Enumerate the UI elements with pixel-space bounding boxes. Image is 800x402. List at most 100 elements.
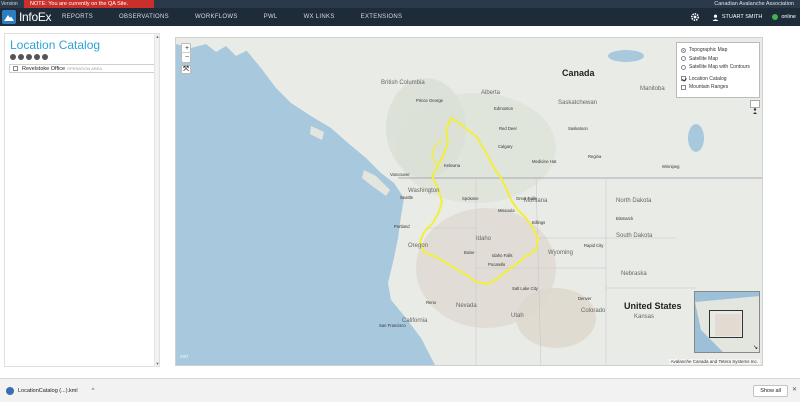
map-label-nebraska: Nebraska: [621, 271, 647, 277]
scroll-up-arrow-icon[interactable]: ▲: [155, 34, 160, 39]
map-label-washington: Washington: [408, 188, 440, 194]
basemap-satellite-label: Satellite Map: [689, 55, 718, 62]
nav-extensions[interactable]: EXTENSIONS: [361, 8, 403, 26]
checkbox-location-catalog[interactable]: [681, 76, 686, 82]
map-label-manitoba: Manitoba: [640, 86, 665, 92]
nav-workflows[interactable]: WORKFLOWS: [195, 8, 238, 26]
kml-file-icon: [6, 387, 14, 395]
zoom-control: + −: [181, 43, 192, 63]
location-type: OPERATION AREA: [67, 66, 103, 71]
online-dot-icon: [772, 14, 779, 20]
map-attribution: Avalanche Canada and Tetera Systems Inc.: [668, 359, 760, 364]
logo-text: InfoEx: [19, 10, 52, 24]
map-basemap: [176, 38, 762, 365]
top-info-strip: Version NOTE: You are currently on the Q…: [0, 0, 800, 8]
basemap-topographic[interactable]: Topographic Map: [681, 46, 755, 55]
map-label-san-francisco: San Francisco: [379, 323, 406, 328]
catalog-toolbar: [10, 54, 50, 60]
map-label-vancouver: Vancouver: [390, 172, 410, 177]
map-label-british-columbia: British Columbia: [381, 80, 425, 86]
map-label-kansas: Kansas: [634, 314, 655, 320]
scroll-down-arrow-icon[interactable]: ▼: [155, 361, 160, 366]
radio-topographic[interactable]: [681, 47, 686, 53]
zoom-out-button[interactable]: −: [182, 53, 192, 62]
radio-satellite-contours[interactable]: [681, 64, 686, 70]
checkbox-mountain-ranges[interactable]: [681, 84, 686, 90]
download-bar: LocationCatalog (...).kml ^ Show all ✕: [0, 378, 800, 402]
gear-icon[interactable]: [690, 12, 700, 22]
nav-links: REPORTS OBSERVATIONS WORKFLOWS PWL WX LI…: [62, 8, 428, 26]
map-label-boise: Boise: [464, 250, 475, 255]
map-label-great-falls: Great Falls: [516, 196, 537, 201]
user-menu[interactable]: STUART SMITH: [712, 14, 762, 21]
street-view-person-icon[interactable]: [750, 100, 760, 114]
map-label-colorado: Colorado: [581, 308, 606, 314]
download-item[interactable]: LocationCatalog (...).kml ^: [6, 385, 94, 397]
map-label-winnipeg: Winnipeg: [662, 164, 680, 169]
chevron-up-icon[interactable]: ^: [92, 388, 95, 394]
nav-right: STUART SMITH online: [690, 8, 796, 26]
overlay-location-catalog-label: Location Catalog: [689, 75, 727, 82]
nav-observations[interactable]: OBSERVATIONS: [119, 8, 169, 26]
minimap-collapse-icon[interactable]: ↘: [753, 344, 758, 351]
location-name: Revelstoke Office: [22, 65, 66, 72]
print-icon[interactable]: [34, 54, 40, 60]
map-label-denver: Denver: [578, 296, 592, 301]
user-name: STUART SMITH: [721, 14, 763, 20]
layer-switcher: Topographic Map Satellite Map Satellite …: [676, 42, 760, 98]
basemap-satellite-contours[interactable]: Satellite Map with Contours: [681, 63, 755, 72]
map-label-saskatchewan: Saskatchewan: [558, 100, 598, 106]
close-icon[interactable]: ✕: [792, 386, 797, 393]
radio-satellite[interactable]: [681, 56, 686, 62]
minimap-extent-box[interactable]: [709, 310, 743, 338]
infoex-logo[interactable]: InfoEx: [2, 9, 52, 25]
overlay-mountain-ranges[interactable]: Mountain Ranges: [681, 83, 755, 92]
logo-mountain-icon: [2, 10, 16, 24]
overview-minimap[interactable]: ↘: [694, 291, 760, 353]
map-label-missoula: Missoula: [498, 208, 515, 213]
basemap-satellite[interactable]: Satellite Map: [681, 55, 755, 64]
map-label-medicine-hat: Medicine Hat: [532, 159, 557, 164]
map-label-canada: Canada: [562, 68, 595, 78]
overlay-mountain-ranges-label: Mountain Ranges: [689, 84, 729, 91]
version-label: Version: [1, 1, 18, 7]
nav-pwl[interactable]: PWL: [264, 8, 278, 26]
online-status: online: [772, 14, 796, 20]
online-label: online: [781, 14, 796, 20]
map-view[interactable]: Canada United States Alberta British Col…: [175, 37, 763, 366]
map-label-edmonton: Edmonton: [494, 106, 514, 111]
location-checkbox[interactable]: [13, 66, 18, 71]
panel-scrollbar[interactable]: ▲ ▼: [154, 34, 159, 366]
download-file-name: LocationCatalog (...).kml: [18, 388, 78, 394]
full-extent-button[interactable]: ⤧: [181, 65, 191, 74]
map-label-nevada: Nevada: [456, 303, 477, 309]
map-label-utah: Utah: [511, 313, 524, 319]
nav-reports[interactable]: REPORTS: [62, 8, 93, 26]
location-row[interactable]: Revelstoke Office OPERATION AREA: [9, 64, 157, 73]
edit-icon[interactable]: [10, 54, 16, 60]
delete-icon[interactable]: [26, 54, 32, 60]
export-icon[interactable]: [42, 54, 48, 60]
organization-name: Canadian Avalanche Association: [714, 1, 794, 7]
map-label-prince-george: Prince George: [416, 98, 443, 103]
map-label-idaho: Idaho: [476, 236, 492, 242]
map-label-north-dakota: North Dakota: [616, 198, 652, 204]
basemap-topographic-label: Topographic Map: [689, 47, 728, 54]
map-label-regina: Regina: [588, 154, 602, 159]
link-icon[interactable]: [18, 54, 24, 60]
map-label-bismarck: Bismarck: [616, 216, 634, 221]
location-catalog-panel: Location Catalog Revelstoke Office OPERA…: [4, 33, 160, 367]
map-label-calgary: Calgary: [498, 144, 513, 149]
user-icon: [712, 14, 719, 21]
overlay-location-catalog[interactable]: Location Catalog: [681, 75, 755, 84]
zoom-in-button[interactable]: +: [182, 44, 192, 53]
map-label-spokane: Spokane: [462, 196, 479, 201]
qa-site-notice: NOTE: You are currently on the QA Site.: [24, 0, 154, 8]
map-label-salt-lake-city: Salt Lake City: [512, 286, 538, 291]
map-label-united-states: United States: [624, 301, 682, 311]
nav-wx-links[interactable]: WX LINKS: [304, 8, 335, 26]
show-all-button[interactable]: Show all: [753, 385, 788, 397]
panel-title: Location Catalog: [10, 38, 101, 52]
map-label-alberta: Alberta: [481, 90, 501, 96]
map-label-reno: Reno: [426, 300, 437, 305]
